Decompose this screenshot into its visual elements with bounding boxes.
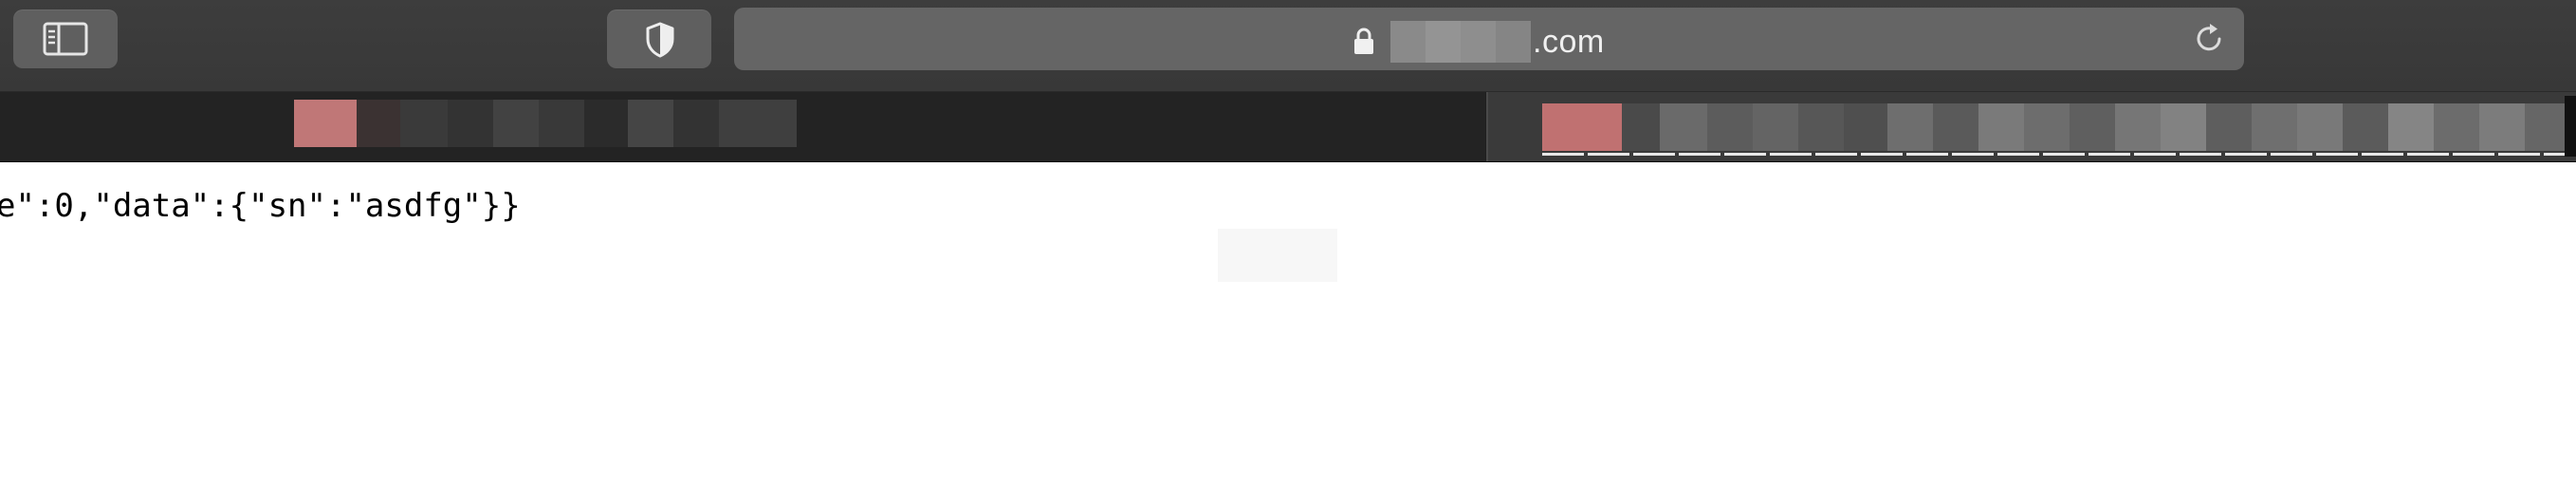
url-text: .com — [1533, 24, 1605, 60]
tab-edge — [2565, 96, 2576, 157]
tab-title-redacted — [1542, 103, 2576, 151]
address-bar[interactable]: .com — [734, 8, 2244, 70]
page-content: e":0,"data":{"sn":"asdfg"}} — [0, 162, 2576, 484]
sidebar-icon — [43, 22, 88, 56]
tab-strip — [0, 92, 2576, 162]
browser-window: .com e":0,"data":{"sn":"asdfg"}} — [0, 0, 2576, 484]
faint-overlay — [1218, 229, 1337, 282]
json-response-text: e":0,"data":{"sn":"asdfg"}} — [0, 187, 521, 225]
url-host-redacted — [1390, 21, 1531, 63]
sidebar-toggle-button[interactable] — [13, 9, 118, 68]
reload-icon[interactable] — [2192, 22, 2226, 56]
tab-inactive[interactable] — [0, 92, 1485, 161]
tab-active[interactable] — [1486, 92, 2576, 161]
lock-icon — [1354, 28, 1373, 54]
tab-title-redacted — [294, 100, 797, 147]
tab-title-underline — [1542, 153, 2576, 156]
privacy-report-button[interactable] — [607, 9, 711, 68]
shield-icon — [646, 22, 674, 58]
browser-toolbar: .com — [0, 0, 2576, 92]
